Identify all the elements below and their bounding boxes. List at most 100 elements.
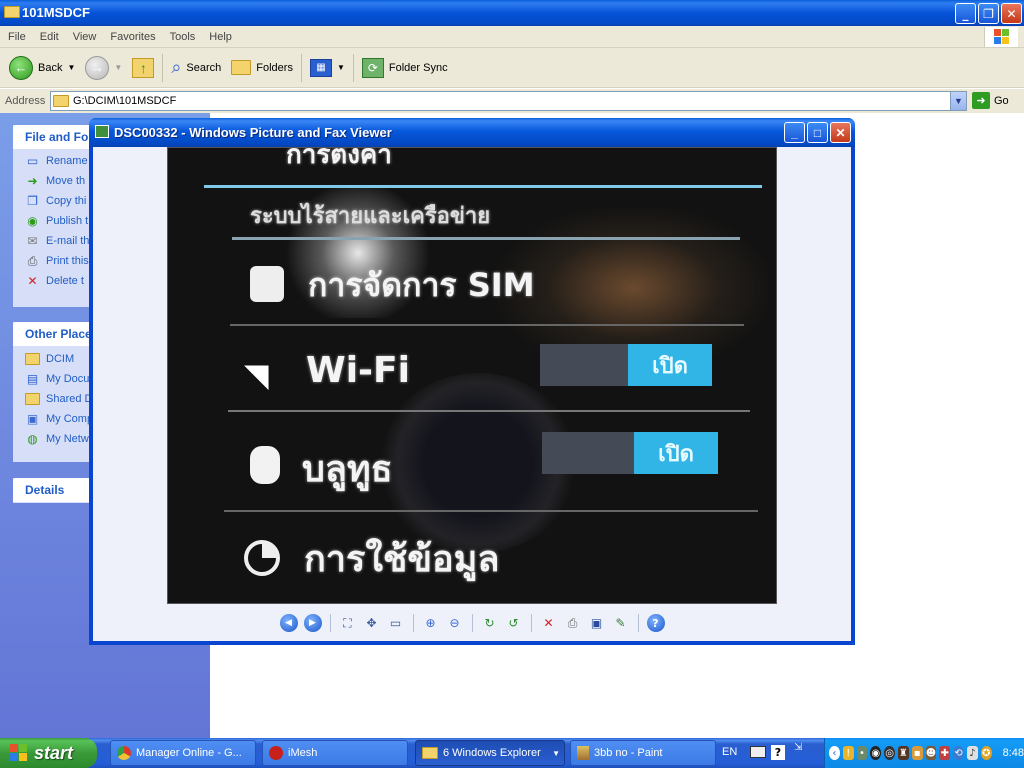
menu-file[interactable]: File: [2, 31, 32, 43]
taskbar-button-explorer[interactable]: 6 Windows Explorer ▼: [415, 740, 565, 766]
previous-image-icon[interactable]: ◀: [279, 614, 298, 632]
windows-flag-icon: [994, 29, 1010, 45]
row-divider: [230, 324, 744, 326]
taskbar-button-paint[interactable]: 3bb no - Paint: [570, 740, 716, 766]
address-dropdown-button[interactable]: ▼: [950, 92, 966, 110]
folders-button[interactable]: Folders: [226, 52, 298, 84]
delete-icon[interactable]: ✕: [540, 614, 558, 632]
up-folder-button[interactable]: ↑: [127, 52, 159, 84]
copy-icon: ❐: [27, 194, 38, 208]
my-network-icon: ◍: [27, 432, 38, 446]
zoom-out-icon[interactable]: ⊖: [446, 614, 464, 632]
menu-favorites[interactable]: Favorites: [104, 31, 161, 43]
antivirus-icon[interactable]: ◉: [870, 746, 882, 760]
app-tray-icon[interactable]: ♜: [897, 746, 909, 760]
keyboard-icon[interactable]: [750, 746, 766, 758]
language-bar-options-icon[interactable]: ⇲: [794, 742, 802, 753]
system-tray: ‹ ! • ◉ ◎ ♜ ▪ ☻ ✚ ⟲ ♪ ✪ 8:48: [824, 738, 1024, 768]
close-button[interactable]: ✕: [1001, 3, 1022, 24]
chevron-down-icon[interactable]: ▼: [114, 63, 122, 72]
folder-sync-label: Folder Sync: [388, 61, 448, 74]
folders-label: Folders: [256, 61, 293, 74]
clock[interactable]: 8:48: [1003, 747, 1024, 759]
taskbar-label: 3bb no - Paint: [594, 747, 663, 759]
edit-image-icon[interactable]: ✎: [612, 614, 630, 632]
best-fit-icon[interactable]: ⛶: [339, 614, 357, 632]
taskbar-button-chrome[interactable]: Manager Online - G...: [110, 740, 256, 766]
volume-icon[interactable]: ♪: [966, 746, 978, 760]
toolbar-separator: [352, 53, 354, 82]
zoom-in-icon[interactable]: ⊕: [422, 614, 440, 632]
task-pane-item-label: Delete t: [46, 275, 84, 287]
rotate-clockwise-icon[interactable]: ↻: [481, 614, 499, 632]
chevron-down-icon[interactable]: ▼: [67, 63, 75, 72]
package-icon[interactable]: ▪: [911, 746, 923, 760]
user-icon[interactable]: ☻: [925, 746, 937, 760]
media-icon[interactable]: ◎: [884, 746, 895, 760]
my-documents-icon: ▤: [26, 372, 39, 386]
back-button[interactable]: ← Back ▼: [4, 52, 80, 84]
wifi-icon: ◥: [244, 356, 269, 394]
my-computer-icon: ▣: [26, 412, 39, 426]
help-icon[interactable]: ?: [646, 614, 665, 632]
print-icon: ⎙: [27, 253, 38, 268]
menu-tools[interactable]: Tools: [164, 31, 202, 43]
section-heading: ระบบไร้สายและเครือข่าย: [250, 204, 491, 229]
print-icon[interactable]: ⎙: [564, 614, 582, 632]
help-icon[interactable]: ?: [771, 745, 785, 760]
start-label: start: [34, 742, 74, 763]
back-label: Back: [38, 61, 63, 74]
folder-glyph: [25, 393, 40, 405]
menu-edit[interactable]: Edit: [34, 31, 65, 43]
explorer-titlebar[interactable]: 101MSDCF _ ❐ ✕: [0, 0, 1024, 26]
bluetooth-toggle[interactable]: เปิด: [542, 432, 718, 474]
viewer-toolbar: ◀ ▶ ⛶ ✥ ▭ ⊕ ⊖ ↻ ↺ ✕ ⎙ ▣ ✎ ?: [93, 609, 851, 637]
views-button[interactable]: ▦ ▼: [305, 52, 350, 84]
shield-tray-icon[interactable]: ✚: [939, 746, 951, 760]
next-image-icon[interactable]: ▶: [303, 614, 322, 632]
menu-bar: File Edit View Favorites Tools Help: [0, 26, 1024, 48]
toolbar-separator: [162, 53, 164, 82]
picture-viewer-titlebar[interactable]: DSC00332 - Windows Picture and Fax Viewe…: [89, 118, 855, 147]
go-button[interactable]: ➜ Go: [972, 92, 1009, 109]
folder-icon: [422, 747, 438, 759]
network-icon[interactable]: •: [856, 746, 868, 760]
slideshow-icon[interactable]: ▭: [387, 614, 405, 632]
restore-button[interactable]: ❐: [978, 3, 999, 24]
tray-show-hidden-icon[interactable]: ‹: [829, 746, 840, 760]
viewer-close-button[interactable]: ✕: [830, 122, 851, 143]
wifi-toggle[interactable]: เปิด: [540, 344, 712, 386]
photo-display: การตั้งค่า ระบบไร้สายและเครือข่าย การจัด…: [167, 147, 777, 604]
toolbar-separator: [300, 53, 302, 82]
viewer-maximize-button[interactable]: □: [807, 122, 828, 143]
taskbar-button-imesh[interactable]: iMesh: [262, 740, 408, 766]
viewer-minimize-button[interactable]: _: [784, 122, 805, 143]
address-input[interactable]: G:\DCIM\101MSDCF ▼: [50, 91, 967, 111]
folder-icon: [25, 352, 40, 366]
search-button[interactable]: ⌕ Search: [166, 52, 226, 84]
toolbar-separator: [637, 614, 639, 632]
taskbar-label: Manager Online - G...: [136, 747, 242, 759]
menu-help[interactable]: Help: [203, 31, 238, 43]
utility-icon[interactable]: ✪: [980, 746, 992, 760]
forward-button[interactable]: → ▼: [80, 52, 127, 84]
sync-icon[interactable]: ⟲: [953, 746, 964, 760]
minimize-button[interactable]: _: [955, 3, 976, 24]
rotate-counterclockwise-icon[interactable]: ↺: [505, 614, 523, 632]
folder-icon: [25, 392, 40, 406]
save-icon[interactable]: ▣: [588, 614, 606, 632]
menu-view[interactable]: View: [67, 31, 103, 43]
actual-size-icon[interactable]: ✥: [363, 614, 381, 632]
security-shield-icon[interactable]: !: [842, 746, 854, 760]
wifi-label: Wi-Fi: [306, 350, 410, 391]
chevron-down-icon[interactable]: ▼: [337, 63, 345, 72]
language-indicator[interactable]: EN: [722, 746, 737, 758]
toolbar-separator: [329, 614, 331, 632]
picture-viewer-icon: [95, 125, 109, 138]
section-divider: [232, 237, 740, 240]
folder-sync-button[interactable]: ⟳ Folder Sync: [357, 52, 453, 84]
bluetooth-label: บลูทูธ: [302, 449, 393, 490]
imesh-icon: [269, 746, 283, 760]
start-button[interactable]: start: [0, 738, 97, 768]
forward-arrow-icon: →: [85, 55, 110, 80]
